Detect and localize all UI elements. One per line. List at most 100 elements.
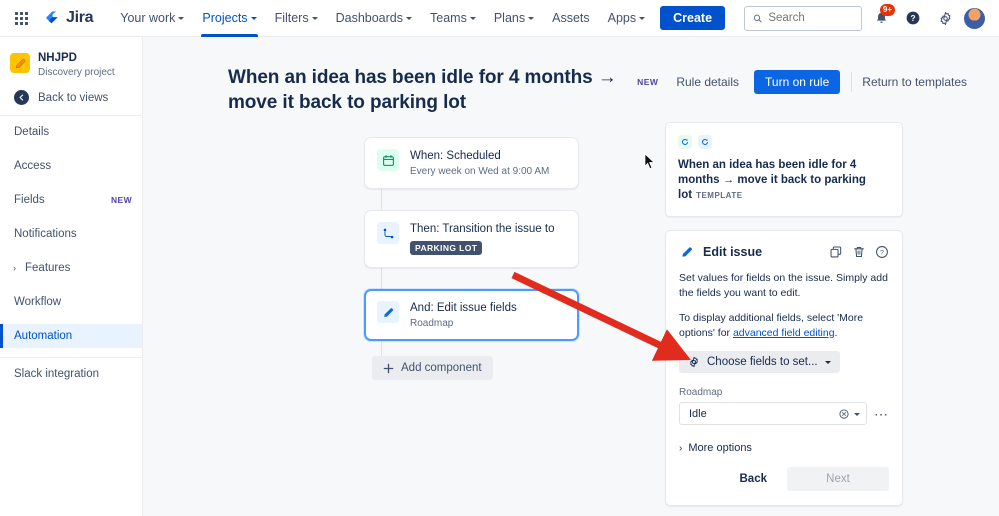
- rule-card-when-scheduled[interactable]: When: Scheduled Every week on Wed at 9:0…: [364, 137, 579, 189]
- copy-icon[interactable]: [829, 245, 843, 259]
- new-tag: NEW: [637, 77, 659, 87]
- user-avatar[interactable]: [964, 7, 985, 29]
- search-input[interactable]: [768, 12, 853, 24]
- page-title: When an idea has been idle for 4 months …: [228, 67, 617, 113]
- edit-issue-header: Edit issue ?: [679, 244, 889, 260]
- jira-home-link[interactable]: Jira: [38, 9, 99, 27]
- chain-connector: [381, 268, 382, 289]
- description-suffix: .: [834, 326, 838, 339]
- edit-issue-description-2: To display additional fields, select 'Mo…: [679, 311, 889, 340]
- project-key-label: NHJPD: [38, 52, 77, 64]
- transition-branch-icon: [377, 222, 399, 244]
- gear-icon: [940, 11, 950, 25]
- project-avatar: [10, 53, 30, 73]
- nav-label: Plans: [493, 11, 526, 25]
- chevron-down-icon: [528, 17, 535, 20]
- roadmap-field-label: Roadmap: [679, 387, 723, 398]
- choose-fields-label: Choose fields to set...: [707, 356, 818, 368]
- trash-icon[interactable]: [852, 245, 866, 259]
- nav-label: Teams: [430, 11, 467, 25]
- sidebar-menu: Details Access Fields NEW Notifications …: [0, 120, 142, 348]
- sidebar-item-slack-integration[interactable]: Slack integration: [0, 362, 142, 386]
- nav-label: Filters: [274, 11, 309, 25]
- nav-item-your-work[interactable]: Your work: [111, 0, 193, 37]
- svg-text:?: ?: [910, 13, 915, 23]
- back-button[interactable]: Back: [740, 473, 768, 485]
- search-box[interactable]: [744, 5, 862, 31]
- nav-label: Apps: [607, 11, 637, 25]
- right-config-panel: When an idea has been idle for 4 months …: [665, 122, 903, 506]
- rule-card-title: When: Scheduled: [410, 150, 501, 162]
- header-actions: NEW Rule details Turn on rule Return to …: [637, 65, 975, 94]
- nav-label: Dashboards: [335, 11, 403, 25]
- help-button[interactable]: ?: [900, 5, 926, 31]
- edit-issue-title: Edit issue: [703, 245, 763, 259]
- plus-icon: [383, 363, 394, 373]
- chevron-down-icon: [178, 17, 185, 20]
- clear-circle-icon[interactable]: [839, 408, 849, 419]
- grid-apps-icon: [14, 11, 28, 25]
- help-circle-icon[interactable]: ?: [875, 245, 889, 259]
- top-navigation-bar: Jira Your work Projects Filters Dashboar…: [0, 0, 999, 37]
- app-switcher-button[interactable]: [8, 5, 34, 31]
- sidebar-item-label: Details: [14, 126, 50, 138]
- back-arrow-icon: [14, 90, 29, 105]
- more-options-label: More options: [688, 442, 752, 454]
- nav-label: Your work: [120, 11, 176, 25]
- nav-item-filters[interactable]: Filters: [266, 0, 327, 37]
- add-component-button[interactable]: Add component: [372, 356, 493, 380]
- choose-fields-button[interactable]: Choose fields to set...: [679, 351, 840, 373]
- rule-details-button[interactable]: Rule details: [668, 71, 747, 93]
- settings-button[interactable]: [932, 5, 958, 31]
- roadmap-field-row: Idle ⋯: [679, 402, 889, 425]
- chevron-down-icon: [311, 17, 318, 20]
- return-to-templates-button[interactable]: Return to templates: [854, 71, 975, 93]
- page-header: When an idea has been idle for 4 months …: [143, 37, 999, 115]
- chain-connector: [381, 341, 382, 356]
- back-to-views-label: Back to views: [38, 91, 109, 104]
- panel-footer-buttons: Back Next: [679, 467, 889, 491]
- sidebar-item-fields[interactable]: Fields NEW: [0, 188, 142, 212]
- sidebar-item-details[interactable]: Details: [0, 120, 142, 144]
- rule-card-edit-issue-fields[interactable]: And: Edit issue fields Roadmap: [364, 289, 579, 341]
- sidebar-divider: [0, 115, 142, 116]
- sidebar-item-features[interactable]: › Features: [0, 256, 142, 280]
- roadmap-select[interactable]: Idle: [679, 402, 867, 425]
- project-header[interactable]: NHJPD Discovery project: [0, 37, 142, 86]
- rule-card-transition-issue[interactable]: Then: Transition the issue to PARKING LO…: [364, 210, 579, 268]
- back-to-views-link[interactable]: Back to views: [0, 86, 142, 115]
- search-icon: [753, 14, 762, 22]
- sidebar-item-workflow[interactable]: Workflow: [0, 290, 142, 314]
- nav-item-dashboards[interactable]: Dashboards: [327, 0, 421, 37]
- rule-card-title: And: Edit issue fields: [410, 302, 517, 314]
- sidebar-item-label: Features: [25, 262, 71, 274]
- nav-label: Assets: [552, 11, 590, 25]
- chevron-down-icon: [250, 17, 257, 20]
- action-divider: [851, 72, 853, 92]
- ellipsis-icon[interactable]: ⋯: [874, 407, 889, 421]
- nav-item-teams[interactable]: Teams: [421, 0, 485, 37]
- notifications-button[interactable]: 9+: [868, 4, 895, 31]
- gear-icon: [690, 356, 698, 368]
- turn-on-rule-button[interactable]: Turn on rule: [754, 70, 841, 94]
- nav-right-cluster: 9+ ?: [744, 4, 991, 31]
- nav-item-assets[interactable]: Assets: [543, 0, 599, 37]
- sidebar-item-access[interactable]: Access: [0, 154, 142, 178]
- select-controls: [839, 408, 860, 419]
- sidebar-item-automation[interactable]: Automation: [0, 324, 142, 348]
- advanced-field-editing-link[interactable]: advanced field editing: [733, 327, 835, 339]
- create-button[interactable]: Create: [660, 6, 726, 30]
- chevron-right-icon: ›: [679, 442, 683, 454]
- sidebar-new-badge: NEW: [110, 195, 132, 205]
- nav-item-projects[interactable]: Projects: [193, 0, 265, 37]
- more-options-toggle[interactable]: › More options: [679, 442, 889, 454]
- template-summary-card[interactable]: When an idea has been idle for 4 months …: [665, 122, 903, 217]
- sidebar-item-notifications[interactable]: Notifications: [0, 222, 142, 246]
- chevron-down-icon[interactable]: [854, 412, 860, 416]
- status-badge: PARKING LOT: [410, 241, 483, 255]
- template-card-title: When an idea has been idle for 4 months …: [678, 158, 890, 203]
- nav-item-plans[interactable]: Plans: [485, 0, 543, 37]
- roadmap-select-value: Idle: [689, 407, 707, 420]
- nav-item-apps[interactable]: Apps: [599, 0, 655, 37]
- add-component-label: Add component: [401, 362, 482, 374]
